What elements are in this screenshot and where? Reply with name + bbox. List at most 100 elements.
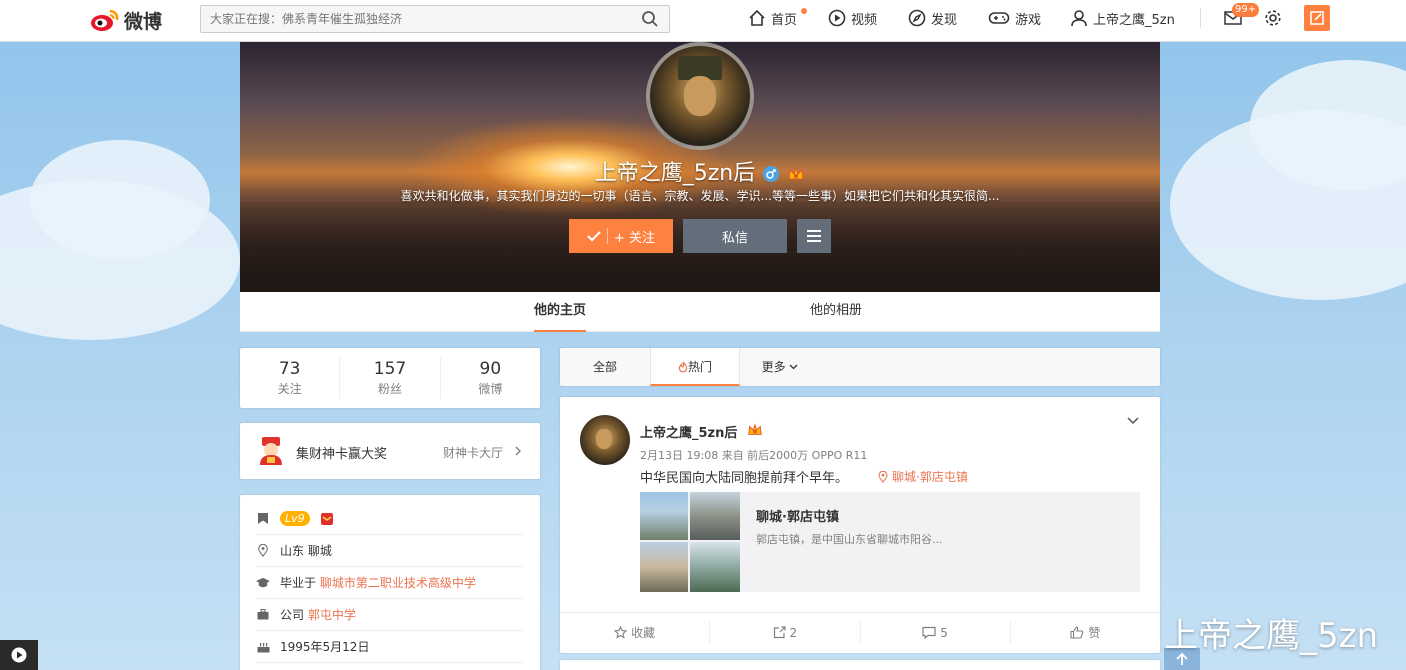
- nav-user-label: 上帝之鹰_5zn: [1093, 12, 1175, 28]
- comment-icon: [922, 626, 936, 639]
- weibo-eye-icon: [1111, 617, 1154, 651]
- nav-user[interactable]: 上帝之鹰_5zn: [1070, 0, 1175, 36]
- location-photo: [690, 492, 740, 540]
- tab-hot-label: 热门: [687, 360, 712, 374]
- tab-hot[interactable]: 热门: [650, 348, 740, 386]
- chevron-right-icon: [515, 446, 521, 456]
- home-icon: [749, 9, 765, 26]
- nav-home[interactable]: 首页: [748, 0, 797, 36]
- location-icon: [258, 544, 268, 557]
- nav-game[interactable]: 游戏: [988, 0, 1041, 36]
- post-location-tag[interactable]: 聊城·郭店屯镇: [878, 468, 968, 485]
- game-icon: [988, 12, 1010, 24]
- tab-all[interactable]: 全部: [560, 348, 650, 386]
- profile-avatar[interactable]: [646, 42, 754, 150]
- profile-info-card: Lv9 山东 聊城 毕业于 聊城市第二职业技术高级中学 公司 郭屯中学 1995…: [240, 495, 540, 670]
- avatar-face: [684, 76, 716, 116]
- like-icon: [1070, 626, 1084, 639]
- star-icon: [614, 626, 628, 639]
- edit-icon: [1310, 11, 1324, 25]
- more-menu-button[interactable]: [797, 219, 831, 253]
- like-label: 赞: [1088, 626, 1101, 640]
- location-photo: [690, 542, 740, 592]
- bookmark-icon: [258, 513, 268, 524]
- redpacket-icon[interactable]: [320, 512, 334, 526]
- info-school-row: 毕业于 聊城市第二职业技术高级中学: [256, 567, 524, 599]
- share-button[interactable]: 2: [710, 621, 861, 644]
- post-meta: 2月13日 19:08 来自 前后2000万 OPPO R11: [640, 449, 868, 462]
- background-cloud: [30, 140, 210, 260]
- vip-crown-icon: [788, 166, 804, 180]
- search-icon[interactable]: [641, 10, 659, 28]
- info-location: 山东 聊城: [280, 544, 332, 558]
- info-birthday-row: 1995年5月12日: [256, 631, 524, 663]
- compose-button[interactable]: [1304, 5, 1330, 31]
- weibo-eye-icon: [91, 9, 119, 31]
- location-card[interactable]: 聊城·郭店屯镇 郭店屯镇，是中国山东省聊城市阳谷...: [640, 492, 1140, 592]
- search-input[interactable]: [201, 6, 631, 32]
- nav-game-label: 游戏: [1015, 12, 1042, 28]
- info-school-link[interactable]: 聊城市第二职业技术高级中学: [320, 576, 476, 590]
- weibo-logo[interactable]: 微博: [90, 6, 162, 34]
- gear-icon[interactable]: [1264, 9, 1282, 27]
- favorite-label: 收藏: [631, 626, 656, 640]
- nav-video-label: 视频: [851, 12, 878, 28]
- comment-count: 5: [940, 625, 948, 640]
- post-actions-bar: 收藏 2 5 赞: [560, 612, 1160, 652]
- video-icon: [828, 9, 846, 27]
- profile-name-row: 上帝之鹰_5zn后: [240, 155, 1160, 187]
- stat-following-label: 关注: [277, 382, 302, 396]
- post-avatar-face: [596, 429, 612, 449]
- logo-text: 微博: [124, 10, 163, 33]
- next-post-card: [560, 660, 1160, 670]
- profile-bio: 喜欢共和化做事，其实我们身边的一切事（语言、宗教、发展、学识...等等一些事）如…: [400, 189, 1000, 203]
- stat-fans-label: 粉丝: [377, 382, 402, 396]
- info-school-prefix: 毕业于: [280, 576, 317, 590]
- menu-icon: [807, 230, 821, 242]
- nav-discover[interactable]: 发现: [908, 0, 957, 36]
- promo-card[interactable]: 集财神卡赢大奖 财神卡大厅: [240, 423, 540, 479]
- birthday-cake-icon: [257, 642, 269, 652]
- chevron-down-icon[interactable]: [1127, 417, 1139, 425]
- nav-divider: [1200, 8, 1201, 28]
- profile-cover: 上帝之鹰_5zn后 喜欢共和化做事，其实我们身边的一切事（语言、宗教、发展、学识…: [240, 42, 1160, 292]
- message-count-badge: 99+: [1232, 3, 1260, 17]
- stat-following[interactable]: 73 关注: [240, 357, 341, 399]
- promo-title: 集财神卡赢大奖: [296, 447, 388, 462]
- briefcase-icon: [257, 609, 269, 620]
- follow-button[interactable]: + 关注: [569, 219, 673, 253]
- nav-home-label: 首页: [771, 12, 798, 28]
- post-text: 中华民国向大陆同胞提前拜个早年。: [640, 471, 849, 486]
- stat-weibo[interactable]: 90 微博: [441, 357, 540, 399]
- promo-link[interactable]: 财神卡大厅: [443, 444, 503, 461]
- location-card-title: 聊城·郭店屯镇: [756, 510, 839, 525]
- vip-crown-icon: [748, 423, 762, 435]
- info-company-prefix: 公司: [280, 608, 305, 622]
- feed-post: 上帝之鹰_5zn后 2月13日 19:08 来自 前后2000万 OPPO R1…: [560, 397, 1160, 653]
- tab-more-label: 更多: [761, 360, 786, 374]
- private-message-button[interactable]: 私信: [683, 219, 787, 253]
- follow-label: + 关注: [613, 230, 656, 246]
- check-icon: [587, 231, 601, 242]
- tab-album[interactable]: 他的相册: [810, 292, 862, 332]
- comment-button[interactable]: 5: [861, 621, 1011, 644]
- level-badge[interactable]: Lv9: [280, 511, 310, 526]
- discover-icon: [908, 9, 926, 27]
- follow-divider: [606, 228, 608, 244]
- post-author-name[interactable]: 上帝之鹰_5zn后: [640, 422, 737, 441]
- feed-filter-tabs: 全部 热门 更多: [560, 348, 1160, 386]
- tab-more[interactable]: 更多: [750, 348, 810, 386]
- post-author-avatar[interactable]: [580, 415, 630, 465]
- video-player-toggle[interactable]: [0, 640, 38, 670]
- stat-fans-value: 157: [373, 359, 407, 379]
- share-icon: [773, 626, 786, 639]
- info-location-row: 山东 聊城: [256, 535, 524, 567]
- stat-fans[interactable]: 157 粉丝: [340, 357, 441, 399]
- info-company-row: 公司 郭屯中学: [256, 599, 524, 631]
- favorite-button[interactable]: 收藏: [560, 621, 711, 644]
- info-company-link[interactable]: 郭屯中学: [308, 608, 356, 622]
- stat-weibo-value: 90: [479, 359, 502, 379]
- top-navigation-bar: 微博 首页 视频 发现 游戏 上帝之鹰_5zn 99+: [0, 0, 1406, 42]
- tab-homepage[interactable]: 他的主页: [534, 292, 587, 332]
- nav-video[interactable]: 视频: [828, 0, 877, 36]
